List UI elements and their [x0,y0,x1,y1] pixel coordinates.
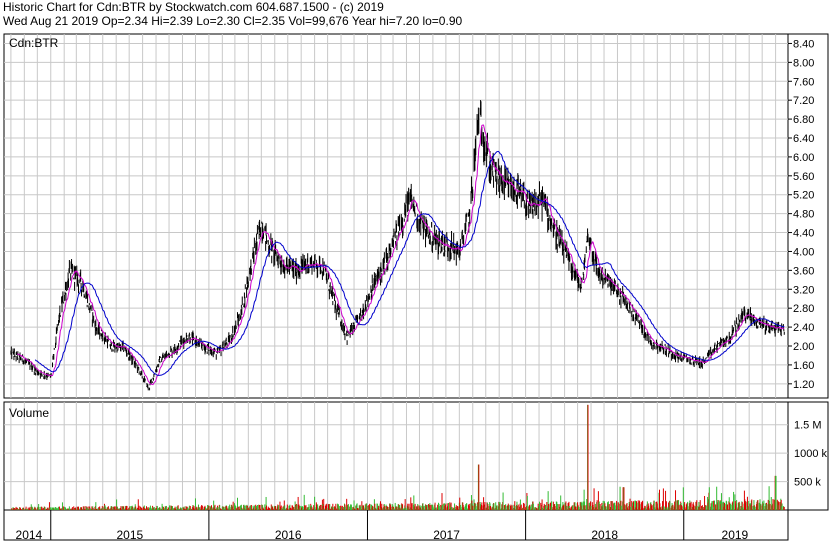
price-tick-label: 6.40 [793,133,814,145]
price-tick-label: 8.40 [793,38,814,50]
price-tick-label: 5.20 [793,190,814,202]
price-tick-label: 3.60 [793,265,814,277]
stock-chart: 8.40 8.00 7.60 7.20 6.80 6.40 6.00 5.60 5.20 4.80… [3,33,829,542]
price-tick-label: 1.20 [793,379,814,391]
price-tick-label: 2.80 [793,303,814,315]
volume-tick-label: 500 k [794,477,821,489]
price-tick-label: 8.00 [793,57,814,69]
year-label: 2015 [116,528,143,542]
price-tick-label: 4.00 [793,246,814,258]
price-tick-label: 1.60 [793,360,814,372]
volume-title: Volume [9,406,49,420]
price-tick-label: 7.60 [793,76,814,88]
price-tick-label: 4.80 [793,209,814,221]
volume-tick-label: 1000 k [794,448,828,460]
year-label: 2018 [591,528,618,542]
year-label: 2016 [275,528,302,542]
volume-tick-label: 1.5 M [794,420,822,432]
price-tick-label: 2.40 [793,322,814,334]
price-tick-label: 6.80 [793,114,814,126]
year-label: 2019 [722,528,749,542]
symbol-label: Cdn:BTR [9,36,59,50]
price-tick-label: 2.00 [793,341,814,353]
price-tick-label: 7.20 [793,95,814,107]
price-tick-label: 6.00 [793,152,814,164]
year-label: 2017 [433,528,460,542]
price-tick-label: 4.40 [793,228,814,240]
year-label: 2014 [16,528,43,542]
price-tick-label: 3.20 [793,284,814,296]
price-tick-label: 5.60 [793,171,814,183]
